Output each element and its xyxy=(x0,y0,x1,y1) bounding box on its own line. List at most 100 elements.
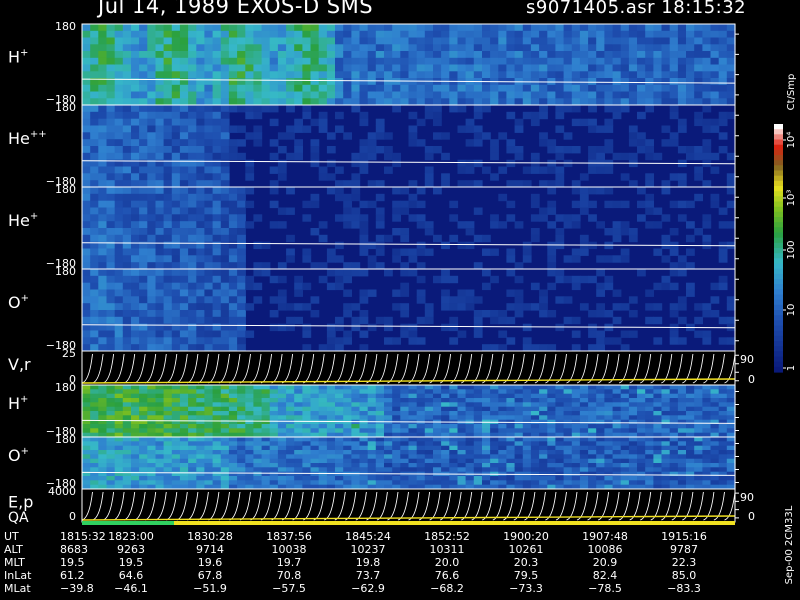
spectrogram-cell xyxy=(490,428,499,434)
spectrogram-cell xyxy=(220,454,230,460)
ephemeris-value: 10086 xyxy=(588,543,623,556)
spectrogram-cell xyxy=(90,152,99,161)
spectrogram-cell xyxy=(335,241,344,250)
spectrogram-cell xyxy=(579,51,589,59)
spectrogram-cell xyxy=(98,125,108,133)
spectrogram-cell xyxy=(188,91,197,99)
spectrogram-cell xyxy=(433,415,442,421)
spectrogram-cell xyxy=(514,310,524,318)
spectrogram-cell xyxy=(367,441,377,447)
spectrogram-cell xyxy=(424,24,434,32)
spectrogram-cell xyxy=(653,458,663,464)
spectrogram-cell xyxy=(122,207,132,215)
spectrogram-cell xyxy=(286,458,295,464)
spectrogram-cell xyxy=(710,437,720,442)
spectrogram-cell xyxy=(122,193,132,202)
spectrogram-cell xyxy=(122,37,132,45)
spectrogram-cell xyxy=(318,476,328,481)
spectrogram-cell xyxy=(449,57,459,66)
spectrogram-cell xyxy=(686,385,695,390)
spectrogram-cell xyxy=(628,37,638,45)
spectrogram-cell xyxy=(171,411,181,416)
spectrogram-cell xyxy=(686,84,695,93)
ephemeris-value: 67.8 xyxy=(198,569,223,582)
spectrogram-cell xyxy=(220,296,230,304)
spectrogram-cell xyxy=(147,51,157,59)
spectrogram-cell xyxy=(253,214,263,222)
spectrogram-cell xyxy=(596,330,605,338)
spectrogram-cell xyxy=(253,441,263,447)
spectrogram-cell xyxy=(155,234,165,243)
spectrogram-cell xyxy=(131,207,140,215)
spectrogram-cell xyxy=(465,415,475,421)
spectrogram-cell xyxy=(506,57,516,66)
spectrogram-cell xyxy=(220,152,230,161)
spectrogram-cell xyxy=(302,415,312,421)
spectrogram-cell xyxy=(82,51,91,59)
spectrogram-cell xyxy=(726,37,736,45)
spectrogram-cell xyxy=(131,437,140,442)
spectrogram-cell xyxy=(343,411,352,416)
spectrogram-cell xyxy=(441,476,450,481)
spectrogram-cell xyxy=(498,344,508,352)
spectrogram-cell xyxy=(596,415,605,421)
spectrogram-cell xyxy=(677,419,687,425)
spectrogram-cell xyxy=(188,458,197,464)
spectrogram-cell xyxy=(686,393,695,399)
spectrogram-cell xyxy=(359,234,369,243)
spectrogram-cell xyxy=(171,441,181,447)
spectrogram-cell xyxy=(669,132,679,140)
spectrogram-cell xyxy=(131,393,140,399)
spectrogram-cell xyxy=(637,84,646,93)
spectrogram-cell xyxy=(220,385,230,390)
spectrogram-cell xyxy=(212,255,222,263)
spectrogram-cell xyxy=(163,228,173,236)
spectrogram-cell xyxy=(628,437,638,442)
spectrogram-cell xyxy=(726,480,736,486)
spectrogram-cell xyxy=(106,37,116,45)
spectrogram-cell xyxy=(653,84,663,93)
ephemeris-value: 22.3 xyxy=(672,556,697,569)
spectrogram-cell xyxy=(245,91,255,99)
spectrogram-cell xyxy=(98,248,108,256)
spectrogram-cell xyxy=(449,37,459,45)
spectrogram-cell xyxy=(131,166,140,174)
spectrogram-cell xyxy=(98,180,108,188)
spectrogram-cell xyxy=(196,105,206,113)
spectrogram-cell xyxy=(220,200,230,209)
spectrogram-cell xyxy=(579,445,589,451)
spectrogram-cell xyxy=(171,207,181,215)
spectrogram-cell xyxy=(563,24,573,32)
spectrogram-cell xyxy=(179,248,189,256)
colorbar-segment xyxy=(774,242,783,249)
spectrogram-cell xyxy=(122,411,132,416)
spectrogram-cell xyxy=(343,269,352,277)
spectrogram-cell xyxy=(718,467,728,473)
spectrogram-cell xyxy=(571,441,581,447)
spectrogram-cell xyxy=(302,111,312,120)
spectrogram-cell xyxy=(498,24,508,32)
spectrogram-cell xyxy=(375,84,385,93)
spectrogram-cell xyxy=(212,57,222,66)
spectrogram-cell xyxy=(506,393,516,399)
spectrogram-cell xyxy=(237,228,246,236)
spectrogram-cell xyxy=(196,214,206,222)
spectrogram-cell xyxy=(628,480,638,486)
spectrogram-cell xyxy=(514,84,524,93)
spectrogram-cell xyxy=(441,415,450,421)
spectrogram-cell xyxy=(490,310,499,318)
spectrogram-cell xyxy=(277,467,287,473)
spectrogram-cell xyxy=(482,450,491,455)
spectrogram-cell xyxy=(237,30,246,39)
spectrogram-cell xyxy=(588,30,597,39)
spectrogram-cell xyxy=(530,228,540,236)
spectrogram-cell xyxy=(212,221,222,229)
spectrogram-cell xyxy=(237,389,246,395)
spectrogram-cell xyxy=(196,180,206,188)
spectrogram-cell xyxy=(359,64,369,72)
spectrogram-cell xyxy=(310,30,320,39)
spectrogram-cell xyxy=(482,458,491,464)
spectrogram-cell xyxy=(228,51,238,59)
panel-4: 180−180O+ xyxy=(8,265,739,352)
spectrogram-cell xyxy=(669,406,679,412)
